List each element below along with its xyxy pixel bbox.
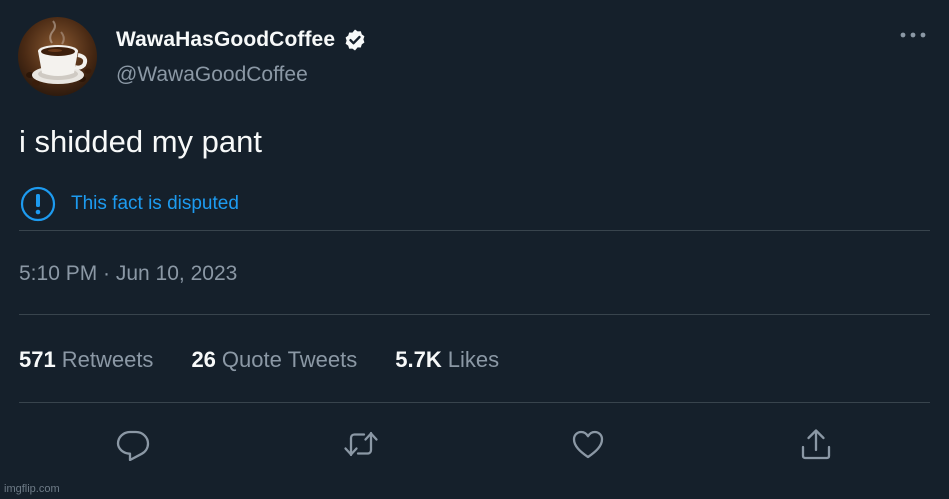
like-button[interactable] <box>568 424 608 464</box>
avatar[interactable] <box>18 17 97 96</box>
display-name[interactable]: WawaHasGoodCoffee <box>116 28 335 52</box>
like-icon <box>572 430 604 459</box>
disputed-notice[interactable]: This fact is disputed <box>19 185 239 223</box>
share-button[interactable] <box>796 424 836 464</box>
user-handle[interactable]: @WawaGoodCoffee <box>116 63 308 87</box>
retweets-label: Retweets <box>61 347 154 372</box>
more-options-button[interactable] <box>899 24 927 46</box>
name-row: WawaHasGoodCoffee <box>116 28 367 52</box>
retweet-button[interactable] <box>341 424 381 464</box>
reply-icon <box>116 430 150 461</box>
divider <box>19 314 930 315</box>
exclamation-circle-icon <box>20 186 56 222</box>
retweet-icon <box>344 431 378 457</box>
quote-tweets-stat[interactable]: 26 Quote Tweets <box>191 347 357 373</box>
tweet-text: i shidded my pant <box>19 124 262 159</box>
likes-count: 5.7K <box>395 347 442 372</box>
share-icon <box>801 429 831 460</box>
divider <box>19 230 930 231</box>
quote-tweets-label: Quote Tweets <box>221 347 358 372</box>
coffee-cup-avatar-icon <box>18 17 97 96</box>
retweets-stat[interactable]: 571 Retweets <box>19 347 153 373</box>
likes-label: Likes <box>447 347 500 372</box>
action-bar <box>0 424 949 464</box>
engagement-stats: 571 Retweets 26 Quote Tweets 5.7K Likes <box>19 347 499 373</box>
more-icon <box>900 32 926 38</box>
quote-tweets-count: 26 <box>191 347 216 372</box>
divider <box>19 402 930 403</box>
likes-stat[interactable]: 5.7K Likes <box>395 347 499 373</box>
timestamp[interactable]: 5:10 PM · Jun 10, 2023 <box>19 262 237 286</box>
reply-button[interactable] <box>113 424 153 464</box>
watermark: imgflip.com <box>4 483 60 495</box>
verified-badge-icon <box>343 28 367 52</box>
retweets-count: 571 <box>19 347 56 372</box>
tweet-card: WawaHasGoodCoffee @WawaGoodCoffee i shid… <box>0 0 949 499</box>
disputed-notice-text[interactable]: This fact is disputed <box>71 193 239 215</box>
